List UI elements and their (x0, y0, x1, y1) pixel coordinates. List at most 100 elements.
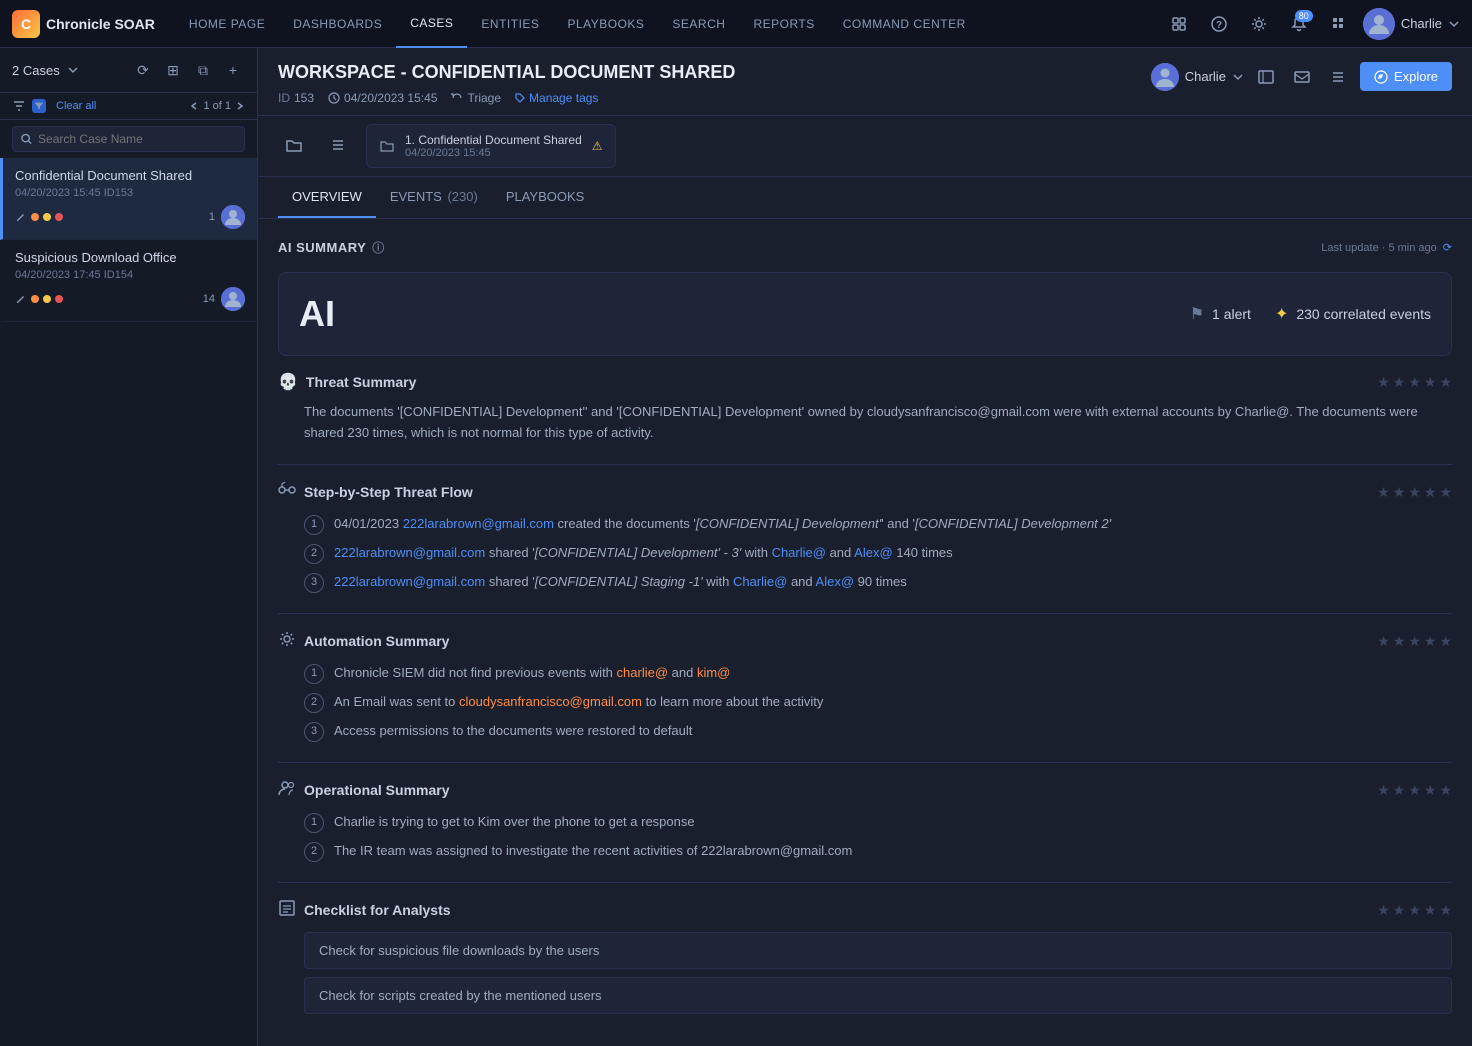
expand-icon-btn[interactable] (1163, 8, 1195, 40)
check-star-1[interactable]: ★ (1377, 902, 1390, 919)
link-222larabrown-1[interactable]: 222larabrown@gmail.com (403, 516, 554, 531)
list-panel-icon[interactable] (322, 130, 354, 162)
clear-all-btn[interactable]: Clear all (56, 100, 96, 112)
refresh-summary-icon[interactable]: ⟳ (1443, 241, 1452, 254)
tab-events-count: (230) (447, 189, 477, 204)
settings-icon-btn[interactable] (1243, 8, 1275, 40)
step-star-2[interactable]: ★ (1393, 484, 1406, 501)
checklist-item-2[interactable]: Check for scripts created by the mention… (304, 977, 1452, 1014)
grid-icon-btn[interactable] (1323, 8, 1355, 40)
view-icon-btn[interactable] (1252, 63, 1280, 91)
tag-red-154 (55, 295, 63, 303)
auto-star-2[interactable]: ★ (1393, 633, 1406, 650)
check-star-2[interactable]: ★ (1393, 902, 1406, 919)
nav-search[interactable]: SEARCH (658, 0, 739, 48)
sidebar-action-icons: ⟳ ⊞ ⧉ + (131, 58, 245, 82)
auto-star-5[interactable]: ★ (1439, 633, 1452, 650)
sort-icon[interactable] (12, 99, 26, 113)
folder-icon[interactable] (278, 130, 310, 162)
op-star-5[interactable]: ★ (1439, 782, 1452, 799)
refresh-cases-icon[interactable]: ⟳ (131, 58, 155, 82)
user-avatar[interactable] (1363, 8, 1395, 40)
auto-step-2: 2 An Email was sent to cloudysanfrancisc… (304, 692, 1452, 713)
link-cloudy-auto[interactable]: cloudysanfrancisco@gmail.com (459, 694, 642, 709)
sidebar-filters: Clear all 1 of 1 (0, 93, 257, 120)
nav-dashboards[interactable]: DASHBOARDS (279, 0, 396, 48)
case-tags-153 (15, 211, 63, 223)
events-count: 230 correlated events (1296, 306, 1431, 322)
split-icon[interactable]: ⧉ (191, 58, 215, 82)
ai-stats: ⚑ 1 alert ✦ 230 correlated events (1190, 304, 1431, 324)
step-text-2: 222larabrown@gmail.com shared '[CONFIDEN… (334, 543, 953, 563)
case-item-154[interactable]: Suspicious Download Office 04/20/2023 17… (0, 240, 257, 322)
link-charlie-2[interactable]: Charlie@ (772, 545, 826, 560)
nav-entities[interactable]: ENTITIES (467, 0, 553, 48)
layout-icon[interactable]: ⊞ (161, 58, 185, 82)
case-datetime-meta: 04/20/2023 15:45 (328, 91, 437, 105)
link-alex-3[interactable]: Alex@ (816, 574, 855, 589)
add-case-icon[interactable]: + (221, 58, 245, 82)
tab-events[interactable]: EVENTS (230) (376, 177, 492, 218)
alert-card[interactable]: 1. Confidential Document Shared 04/20/20… (366, 124, 616, 168)
manage-tags-btn[interactable]: Manage tags (515, 91, 598, 105)
link-222larabrown-3[interactable]: 222larabrown@gmail.com (334, 574, 485, 589)
auto-star-4[interactable]: ★ (1424, 633, 1437, 650)
nav-home[interactable]: HOME PAGE (175, 0, 279, 48)
nav-cases[interactable]: CASES (396, 0, 467, 48)
auto-num-3: 3 (304, 722, 324, 742)
tab-overview[interactable]: OVERVIEW (278, 177, 376, 218)
step-star-1[interactable]: ★ (1377, 484, 1390, 501)
checklist-item-1[interactable]: Check for suspicious file downloads by t… (304, 932, 1452, 969)
nav-playbooks[interactable]: PLAYBOOKS (553, 0, 658, 48)
case-item-right-153: 1 (15, 205, 245, 229)
op-star-4[interactable]: ★ (1424, 782, 1437, 799)
assign-chevron-icon[interactable] (1232, 71, 1244, 83)
filter-icon[interactable] (32, 99, 46, 113)
assigned-user-name: Charlie (1185, 69, 1226, 84)
threat-star-4[interactable]: ★ (1424, 374, 1437, 391)
check-star-5[interactable]: ★ (1439, 902, 1452, 919)
info-icon[interactable]: ⓘ (372, 239, 385, 256)
threat-star-3[interactable]: ★ (1408, 374, 1421, 391)
link-charlie-auto[interactable]: charlie@ (617, 665, 669, 680)
operational-stars: ★ ★ ★ ★ ★ (1377, 782, 1452, 799)
link-alex-2[interactable]: Alex@ (854, 545, 893, 560)
notifications-icon-btn[interactable]: 80 (1283, 8, 1315, 40)
nav-command[interactable]: COMMAND CENTER (829, 0, 980, 48)
help-icon-btn[interactable]: ? (1203, 8, 1235, 40)
link-charlie-3[interactable]: Charlie@ (733, 574, 787, 589)
notification-badge: 80 (1295, 10, 1313, 22)
auto-star-3[interactable]: ★ (1408, 633, 1421, 650)
app-logo[interactable]: C Chronicle SOAR (12, 10, 155, 38)
alert-warning-icon: ⚠ (592, 139, 603, 153)
tab-playbooks[interactable]: PLAYBOOKS (492, 177, 599, 218)
check-star-4[interactable]: ★ (1424, 902, 1437, 919)
ai-logo-section: AI ⚑ 1 alert ✦ 230 correlated events (299, 293, 1431, 335)
threat-star-5[interactable]: ★ (1439, 374, 1452, 391)
check-star-3[interactable]: ★ (1408, 902, 1421, 919)
step-flow-label: Step-by-Step Threat Flow (304, 484, 473, 500)
step-star-3[interactable]: ★ (1408, 484, 1421, 501)
checklist-item-1-text: Check for suspicious file downloads by t… (319, 943, 599, 958)
nav-reports[interactable]: REPORTS (739, 0, 828, 48)
last-update-text: Last update · 5 min ago (1321, 242, 1437, 254)
search-case-input[interactable] (38, 132, 236, 146)
threat-star-2[interactable]: ★ (1393, 374, 1406, 391)
search-input-wrapper[interactable] (12, 126, 245, 152)
op-star-1[interactable]: ★ (1377, 782, 1390, 799)
assigned-user-section: Charlie (1151, 63, 1244, 91)
explore-button[interactable]: Explore (1360, 62, 1452, 91)
threat-star-1[interactable]: ★ (1377, 374, 1390, 391)
prev-page-icon[interactable] (189, 101, 199, 111)
step-star-4[interactable]: ★ (1424, 484, 1437, 501)
auto-star-1[interactable]: ★ (1377, 633, 1390, 650)
next-page-icon[interactable] (235, 101, 245, 111)
email-icon-btn[interactable] (1288, 63, 1316, 91)
op-star-3[interactable]: ★ (1408, 782, 1421, 799)
op-star-2[interactable]: ★ (1393, 782, 1406, 799)
step-star-5[interactable]: ★ (1439, 484, 1452, 501)
list-icon-btn[interactable] (1324, 63, 1352, 91)
link-kim-auto[interactable]: kim@ (697, 665, 730, 680)
link-222larabrown-2[interactable]: 222larabrown@gmail.com (334, 545, 485, 560)
case-item-153[interactable]: Confidential Document Shared 04/20/2023 … (0, 158, 257, 240)
